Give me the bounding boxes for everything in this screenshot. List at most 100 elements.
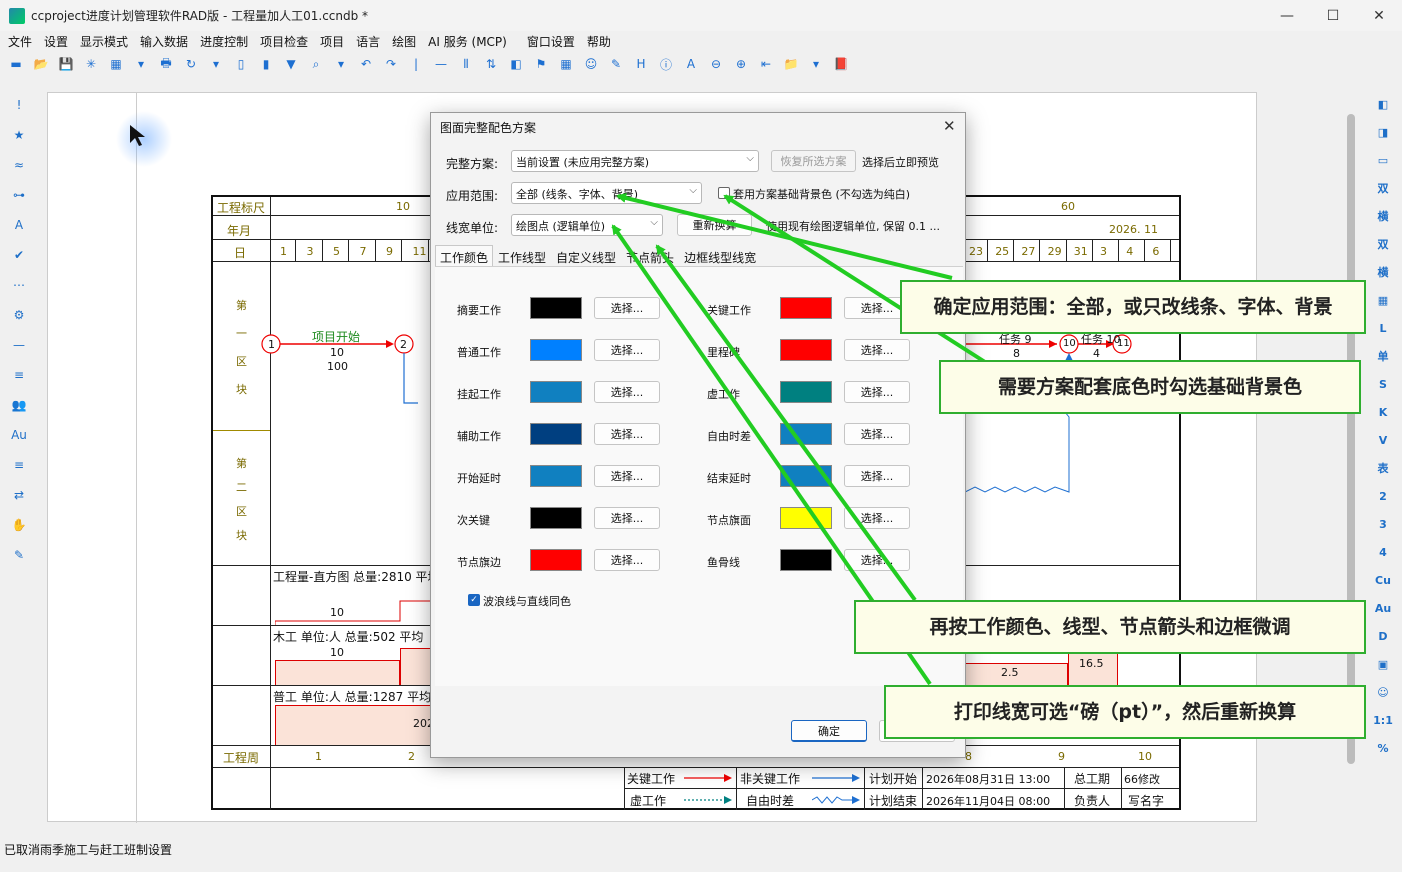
select-color-button[interactable]: 选择...	[594, 339, 660, 361]
select-color-button[interactable]: 选择...	[844, 549, 910, 571]
tab-custom-linetype[interactable]: 自定义线型	[551, 245, 621, 267]
base-background-checkbox[interactable]	[718, 187, 730, 199]
menu-help[interactable]: 帮助	[587, 33, 611, 50]
right-tool-icon[interactable]: L	[1368, 314, 1398, 342]
select-color-button[interactable]: 选择...	[594, 465, 660, 487]
left-tool-icon[interactable]: ⇄	[6, 480, 32, 510]
toolbar-button-icon[interactable]: —	[431, 55, 451, 73]
left-tool-icon[interactable]: —	[6, 330, 32, 360]
right-tool-icon[interactable]: 单	[1368, 342, 1398, 370]
right-tool-icon[interactable]: K	[1368, 398, 1398, 426]
toolbar-button-icon[interactable]: ▯	[231, 55, 251, 73]
right-tool-icon[interactable]: V	[1368, 426, 1398, 454]
select-color-button[interactable]: 选择...	[844, 423, 910, 445]
tab-work-color[interactable]: 工作颜色	[435, 245, 494, 267]
right-tool-icon[interactable]: 3	[1368, 510, 1398, 538]
dialog-close-button[interactable]: ✕	[943, 117, 956, 135]
restore-scheme-button[interactable]: 恢复所选方案	[771, 150, 856, 172]
right-tool-icon[interactable]: 横	[1368, 202, 1398, 230]
toolbar-button-icon[interactable]: ⊕	[731, 55, 751, 73]
maximize-button[interactable]: ☐	[1310, 0, 1356, 31]
toolbar-button-icon[interactable]: ☺	[581, 55, 601, 73]
toolbar-button-icon[interactable]: ▼	[281, 55, 301, 73]
toolbar-button-icon[interactable]: ✳	[81, 55, 101, 73]
select-color-button[interactable]: 选择...	[594, 297, 660, 319]
left-tool-icon[interactable]: A	[6, 210, 32, 240]
toolbar-button-icon[interactable]: 💾	[56, 55, 76, 73]
toolbar-button-icon[interactable]: ⇤	[756, 55, 776, 73]
menu-progress-control[interactable]: 进度控制	[200, 33, 248, 50]
scheme-select[interactable]: 当前设置 (未应用完整方案) ⌵	[511, 150, 759, 172]
toolbar-button-icon[interactable]: ✎	[606, 55, 626, 73]
select-color-button[interactable]: 选择...	[844, 465, 910, 487]
menu-settings[interactable]: 设置	[44, 33, 68, 50]
select-color-button[interactable]: 选择...	[844, 381, 910, 403]
left-tool-icon[interactable]: ✔	[6, 240, 32, 270]
toolbar-button-icon[interactable]: A	[681, 55, 701, 73]
menu-file[interactable]: 文件	[8, 33, 32, 50]
toolbar-button-icon[interactable]: |	[406, 55, 426, 73]
menu-ai-service[interactable]: AI 服务 (MCP)	[428, 33, 507, 50]
line-width-unit-select[interactable]: 绘图点 (逻辑单位) ⌵	[511, 214, 663, 236]
legend-owner-value[interactable]: 写名字	[1128, 792, 1164, 809]
close-button[interactable]: ✕	[1356, 0, 1402, 31]
right-tool-icon[interactable]: 双	[1368, 230, 1398, 258]
toolbar-button-icon[interactable]: 📕	[831, 55, 851, 73]
right-tool-icon[interactable]: 双	[1368, 174, 1398, 202]
toolbar-button-icon[interactable]: ▾	[206, 55, 226, 73]
legend-total-value[interactable]: 66修改	[1124, 771, 1160, 787]
right-tool-icon[interactable]: ◨	[1368, 118, 1398, 146]
tab-border-linewidth[interactable]: 边框线型线宽	[679, 245, 761, 267]
tab-node-arrow[interactable]: 节点箭头	[621, 245, 679, 267]
scope-select[interactable]: 全部 (线条、字体、背景) ⌵	[511, 182, 702, 204]
select-color-button[interactable]: 选择...	[594, 549, 660, 571]
left-tool-icon[interactable]: ✋	[6, 510, 32, 540]
toolbar-button-icon[interactable]: ◧	[506, 55, 526, 73]
tab-work-linetype[interactable]: 工作线型	[493, 245, 551, 267]
right-tool-icon[interactable]: ▦	[1368, 286, 1398, 314]
left-tool-icon[interactable]: ✎	[6, 540, 32, 570]
right-tool-icon[interactable]: Au	[1368, 594, 1398, 622]
menu-window-settings[interactable]: 窗口设置	[527, 33, 575, 50]
left-tool-icon[interactable]: ≡	[6, 360, 32, 390]
toolbar-button-icon[interactable]: ⇅	[481, 55, 501, 73]
left-tool-icon[interactable]: ★	[6, 120, 32, 150]
toolbar-button-icon[interactable]: ⚑	[531, 55, 551, 73]
minimize-button[interactable]: —	[1264, 0, 1310, 31]
toolbar-button-icon[interactable]: ⫴	[456, 55, 476, 73]
right-tool-icon[interactable]: 1:1	[1368, 706, 1398, 734]
right-tool-icon[interactable]: 2	[1368, 482, 1398, 510]
select-color-button[interactable]: 选择...	[844, 339, 910, 361]
left-tool-icon[interactable]: ≡	[6, 450, 32, 480]
right-tool-icon[interactable]: S	[1368, 370, 1398, 398]
menu-input-data[interactable]: 输入数据	[140, 33, 188, 50]
left-tool-icon[interactable]: ⋯	[6, 270, 32, 300]
toolbar-button-icon[interactable]: ▮	[256, 55, 276, 73]
ok-button[interactable]: 确定	[791, 720, 867, 742]
toolbar-button-icon[interactable]: ▬	[6, 55, 26, 73]
right-tool-icon[interactable]: ▭	[1368, 146, 1398, 174]
reconvert-button[interactable]: 重新换算	[677, 214, 752, 236]
toolbar-button-icon[interactable]: ⓘ	[656, 55, 676, 73]
menu-draw[interactable]: 绘图	[392, 33, 416, 50]
right-tool-icon[interactable]: 4	[1368, 538, 1398, 566]
right-tool-icon[interactable]: 横	[1368, 258, 1398, 286]
toolbar-button-icon[interactable]: 📂	[31, 55, 51, 73]
left-tool-icon[interactable]: !	[6, 90, 32, 120]
toolbar-button-icon[interactable]: ▾	[806, 55, 826, 73]
left-tool-icon[interactable]: Au	[6, 420, 32, 450]
select-color-button[interactable]: 选择...	[594, 507, 660, 529]
toolbar-button-icon[interactable]: ▾	[131, 55, 151, 73]
toolbar-button-icon[interactable]: 📁	[781, 55, 801, 73]
toolbar-button-icon[interactable]: 🖶	[156, 55, 176, 73]
toolbar-button-icon[interactable]: ▦	[556, 55, 576, 73]
menu-display-mode[interactable]: 显示模式	[80, 33, 128, 50]
select-color-button[interactable]: 选择...	[594, 381, 660, 403]
right-tool-icon[interactable]: Cu	[1368, 566, 1398, 594]
menu-project-check[interactable]: 项目检查	[260, 33, 308, 50]
toolbar-button-icon[interactable]: ⊖	[706, 55, 726, 73]
toolbar-button-icon[interactable]: ↷	[381, 55, 401, 73]
toolbar-button-icon[interactable]: H	[631, 55, 651, 73]
right-tool-icon[interactable]: ▣	[1368, 650, 1398, 678]
right-tool-icon[interactable]: ☺	[1368, 678, 1398, 706]
